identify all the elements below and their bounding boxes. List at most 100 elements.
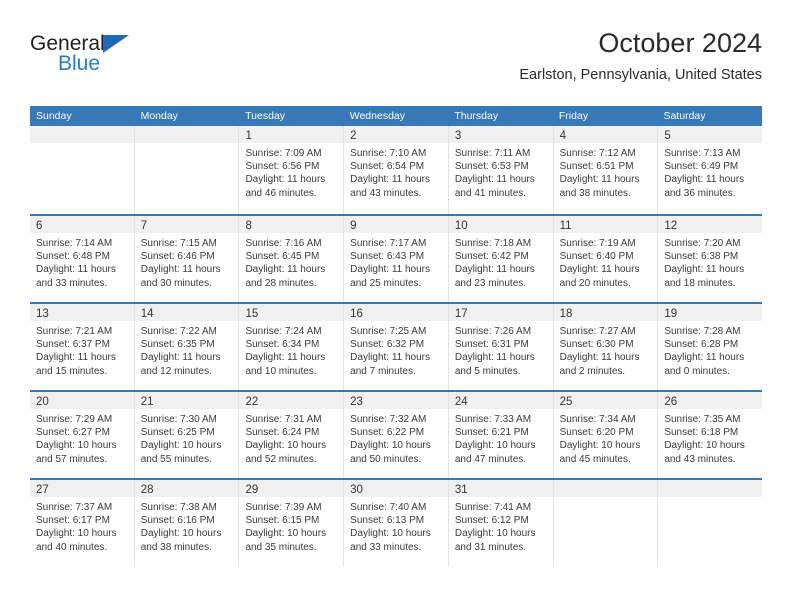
- calendar-day-cell[interactable]: 10 Sunrise: 7:18 AM Sunset: 6:42 PM Dayligh…: [448, 216, 554, 302]
- sunrise-text: Sunrise: 7:18 AM: [454, 238, 532, 249]
- sunrise-text: Sunrise: 7:34 AM: [559, 414, 636, 425]
- calendar-day-cell[interactable]: 8 Sunrise: 7:16 AM Sunset: 6:45 PM Daylight…: [239, 216, 345, 302]
- day-number: 10: [454, 220, 468, 232]
- day-details: [554, 497, 658, 501]
- daylight-text-line2: and 2 minutes.: [559, 365, 626, 377]
- calendar-day-cell[interactable]: 12 Sunrise: 7:20 AM Sunset: 6:38 PM Dayligh…: [658, 216, 763, 302]
- calendar-day-cell[interactable]: 15 Sunrise: 7:24 AM Sunset: 6:34 PM Dayligh…: [239, 304, 345, 390]
- general-blue-logo[interactable]: General Blue: [30, 32, 150, 80]
- daylight-text-line2: and 43 minutes.: [664, 453, 736, 465]
- day-details: Sunrise: 7:28 AM Sunset: 6:28 PM Daylight:…: [658, 321, 762, 378]
- day-number: 19: [664, 308, 678, 320]
- calendar-day-cell[interactable]: 3 Sunrise: 7:11 AM Sunset: 6:53 PM Daylight…: [448, 126, 554, 214]
- day-details: Sunrise: 7:16 AM Sunset: 6:45 PM Daylight:…: [239, 233, 343, 290]
- calendar-day-cell[interactable]: 31 Sunrise: 7:41 AM Sunset: 6:12 PM Dayligh…: [448, 480, 554, 566]
- calendar-day-cell[interactable]: 25 Sunrise: 7:34 AM Sunset: 6:20 PM Dayligh…: [553, 392, 659, 478]
- day-number-band: 3: [448, 126, 553, 143]
- sunset-text: Sunset: 6:12 PM: [454, 515, 529, 527]
- daylight-text-line2: and 36 minutes.: [664, 187, 736, 199]
- sunrise-text: Sunrise: 7:21 AM: [36, 326, 113, 337]
- sunset-text: Sunset: 6:56 PM: [245, 161, 320, 173]
- calendar-day-cell[interactable]: 4 Sunrise: 7:12 AM Sunset: 6:51 PM Daylight…: [553, 126, 659, 214]
- calendar-day-cell[interactable]: 24 Sunrise: 7:33 AM Sunset: 6:21 PM Dayligh…: [448, 392, 554, 478]
- calendar-day-cell[interactable]: 17 Sunrise: 7:26 AM Sunset: 6:31 PM Dayligh…: [448, 304, 554, 390]
- calendar-day-cell[interactable]: 16 Sunrise: 7:25 AM Sunset: 6:32 PM Dayligh…: [344, 304, 449, 390]
- day-number-band: 20: [30, 392, 134, 409]
- day-number: 14: [140, 308, 154, 320]
- calendar-day-cell[interactable]: 23 Sunrise: 7:32 AM Sunset: 6:22 PM Dayligh…: [344, 392, 449, 478]
- calendar-day-cell[interactable]: 21 Sunrise: 7:30 AM Sunset: 6:25 PM Dayligh…: [134, 392, 240, 478]
- daylight-text-line1: Daylight: 10 hours: [664, 440, 745, 452]
- calendar-day-cell[interactable]: 26 Sunrise: 7:35 AM Sunset: 6:18 PM Dayligh…: [658, 392, 763, 478]
- calendar-day-cell[interactable]: 6 Sunrise: 7:14 AM Sunset: 6:48 PM Daylight…: [30, 216, 135, 302]
- sunrise-text: Sunrise: 7:22 AM: [140, 326, 217, 337]
- day-details: Sunrise: 7:31 AM Sunset: 6:24 PM Daylight:…: [239, 409, 343, 466]
- daylight-text-line2: and 55 minutes.: [140, 453, 212, 465]
- sunset-text: Sunset: 6:48 PM: [36, 251, 110, 263]
- day-number: 11: [559, 220, 572, 232]
- calendar-grid: Sunday Monday Tuesday Wednesday Thursday…: [30, 106, 763, 566]
- calendar-day-cell[interactable]: 7 Sunrise: 7:15 AM Sunset: 6:46 PM Daylight…: [134, 216, 240, 302]
- day-number-band: 7: [134, 216, 239, 233]
- day-details: Sunrise: 7:35 AM Sunset: 6:18 PM Daylight:…: [658, 409, 762, 466]
- day-number: 15: [245, 308, 259, 320]
- day-number: 2: [350, 130, 357, 142]
- day-details: Sunrise: 7:20 AM Sunset: 6:38 PM Daylight:…: [658, 233, 762, 290]
- day-number-band: 12: [658, 216, 763, 233]
- sunrise-text: Sunrise: 7:20 AM: [664, 238, 741, 249]
- page-header: General Blue October 2024 Earlston, Penn…: [30, 26, 762, 98]
- calendar-day-cell[interactable]: 14 Sunrise: 7:22 AM Sunset: 6:35 PM Dayligh…: [134, 304, 240, 390]
- day-details: Sunrise: 7:41 AM Sunset: 6:12 PM Daylight:…: [449, 497, 553, 554]
- daylight-text-line1: Daylight: 10 hours: [350, 528, 431, 540]
- sunset-text: Sunset: 6:25 PM: [140, 427, 215, 439]
- calendar-day-cell[interactable]: 28 Sunrise: 7:38 AM Sunset: 6:16 PM Dayligh…: [134, 480, 240, 566]
- daylight-text-line1: Daylight: 10 hours: [454, 528, 536, 540]
- calendar-day-cell[interactable]: 9 Sunrise: 7:17 AM Sunset: 6:43 PM Daylight…: [344, 216, 449, 302]
- daylight-text-line1: Daylight: 11 hours: [36, 352, 116, 364]
- daylight-text-line2: and 15 minutes.: [36, 365, 108, 377]
- daylight-text-line1: Daylight: 11 hours: [664, 352, 745, 364]
- daylight-text-line2: and 0 minutes.: [664, 365, 730, 377]
- calendar-day-cell[interactable]: 2 Sunrise: 7:10 AM Sunset: 6:54 PM Daylight…: [344, 126, 449, 214]
- day-number: 16: [350, 308, 363, 320]
- calendar-day-cell[interactable]: 29 Sunrise: 7:39 AM Sunset: 6:15 PM Dayligh…: [239, 480, 345, 566]
- calendar-day-cell[interactable]: 20 Sunrise: 7:29 AM Sunset: 6:27 PM Dayligh…: [30, 392, 135, 478]
- day-number: 13: [36, 308, 49, 320]
- day-number: 3: [454, 130, 462, 142]
- calendar-week-row: 20 Sunrise: 7:29 AM Sunset: 6:27 PM Dayligh…: [30, 390, 763, 478]
- daylight-text-line1: Daylight: 10 hours: [140, 440, 222, 452]
- calendar-day-cell[interactable]: 19 Sunrise: 7:28 AM Sunset: 6:28 PM Dayligh…: [658, 304, 763, 390]
- day-details: Sunrise: 7:40 AM Sunset: 6:13 PM Daylight:…: [344, 497, 448, 554]
- logo-text-blue: Blue: [58, 52, 101, 75]
- calendar-week-row: 1 Sunrise: 7:09 AM Sunset: 6:56 PM Daylight…: [30, 126, 763, 214]
- daylight-text-line1: Daylight: 11 hours: [559, 174, 640, 186]
- sunrise-text: Sunrise: 7:19 AM: [559, 238, 636, 249]
- calendar-day-cell[interactable]: 18 Sunrise: 7:27 AM Sunset: 6:30 PM Dayligh…: [553, 304, 659, 390]
- daylight-text-line2: and 35 minutes.: [245, 541, 317, 553]
- calendar-day-cell-empty: [553, 480, 659, 566]
- sunset-text: Sunset: 6:28 PM: [664, 339, 739, 351]
- calendar-day-cell[interactable]: 22 Sunrise: 7:31 AM Sunset: 6:24 PM Dayligh…: [239, 392, 345, 478]
- day-details: [658, 497, 762, 501]
- calendar-day-cell[interactable]: 5 Sunrise: 7:13 AM Sunset: 6:49 PM Daylight…: [658, 126, 763, 214]
- daylight-text-line1: Daylight: 11 hours: [140, 352, 221, 364]
- sunrise-text: Sunrise: 7:12 AM: [559, 148, 636, 159]
- daylight-text-line2: and 38 minutes.: [559, 187, 631, 199]
- day-number: 7: [140, 220, 148, 232]
- sunset-text: Sunset: 6:34 PM: [245, 339, 320, 351]
- sunset-text: Sunset: 6:31 PM: [454, 339, 529, 351]
- daylight-text-line1: Daylight: 11 hours: [559, 352, 640, 364]
- calendar-day-cell[interactable]: 27 Sunrise: 7:37 AM Sunset: 6:17 PM Dayligh…: [30, 480, 135, 566]
- calendar-day-cell[interactable]: 30 Sunrise: 7:40 AM Sunset: 6:13 PM Dayligh…: [344, 480, 449, 566]
- day-details: Sunrise: 7:18 AM Sunset: 6:42 PM Daylight:…: [449, 233, 553, 290]
- daylight-text-line1: Daylight: 11 hours: [36, 264, 116, 276]
- sunrise-text: Sunrise: 7:38 AM: [140, 502, 217, 513]
- day-number: 26: [664, 396, 678, 408]
- sunset-text: Sunset: 6:20 PM: [559, 427, 634, 439]
- daylight-text-line2: and 30 minutes.: [140, 277, 212, 289]
- calendar-day-cell[interactable]: 1 Sunrise: 7:09 AM Sunset: 6:56 PM Daylight…: [239, 126, 345, 214]
- calendar-day-cell[interactable]: 13 Sunrise: 7:21 AM Sunset: 6:37 PM Dayligh…: [30, 304, 135, 390]
- calendar-day-cell[interactable]: 11 Sunrise: 7:19 AM Sunset: 6:40 PM Dayligh…: [553, 216, 659, 302]
- sunset-text: Sunset: 6:45 PM: [245, 251, 320, 263]
- day-number-band: 6: [30, 216, 134, 233]
